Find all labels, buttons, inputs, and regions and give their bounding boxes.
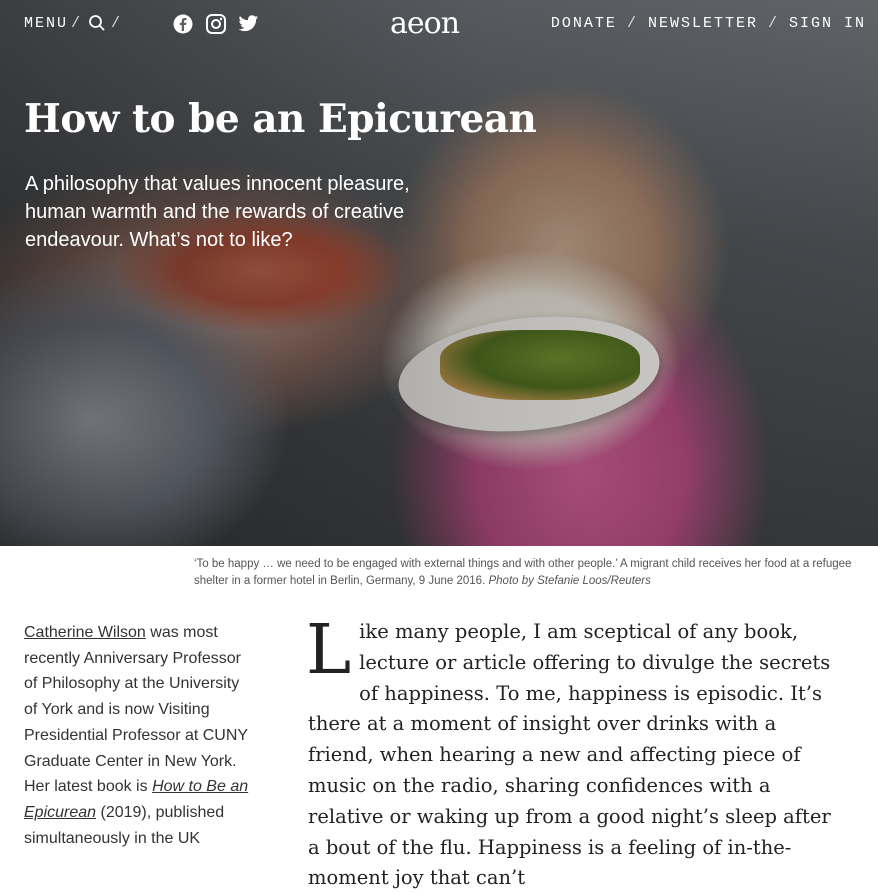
author-bio-text: was most recently Anniversary Professor … bbox=[24, 624, 248, 796]
twitter-icon[interactable] bbox=[238, 14, 259, 34]
article-title: How to be an Epicurean bbox=[24, 96, 537, 142]
nav-separator: / bbox=[626, 15, 638, 32]
account-navigation: DONATE / NEWSLETTER / SIGN IN bbox=[551, 15, 866, 32]
nav-separator: / bbox=[767, 15, 779, 32]
menu-button[interactable]: MENU bbox=[24, 15, 68, 32]
instagram-icon[interactable] bbox=[206, 14, 226, 34]
aeon-logo[interactable]: aeon bbox=[390, 6, 460, 41]
search-icon[interactable] bbox=[88, 14, 106, 32]
newsletter-link[interactable]: NEWSLETTER bbox=[648, 15, 758, 32]
facebook-icon[interactable] bbox=[173, 14, 193, 34]
drop-cap: L bbox=[306, 611, 352, 690]
image-caption: ‘To be happy … we need to be engaged wit… bbox=[194, 556, 870, 590]
sign-in-link[interactable]: SIGN IN bbox=[789, 15, 866, 32]
author-bio: Catherine Wilson was most recently Anniv… bbox=[24, 620, 256, 851]
photo-credit: Photo by Stefanie Loos/Reuters bbox=[488, 575, 651, 587]
donate-link[interactable]: DONATE bbox=[551, 15, 617, 32]
author-name-link[interactable]: Catherine Wilson bbox=[24, 624, 146, 641]
nav-separator: / bbox=[111, 15, 123, 32]
article-subtitle: A philosophy that values innocent pleasu… bbox=[25, 173, 410, 251]
hero-image bbox=[0, 0, 878, 546]
article-body: Like many people, I am sceptical of any … bbox=[306, 611, 838, 894]
hero-overlay bbox=[0, 0, 878, 546]
nav-separator: / bbox=[71, 15, 83, 32]
article-text: ike many people, I am sceptical of any b… bbox=[308, 620, 831, 890]
top-navigation: MENU / / aeon DONATE / NEWSLETTER / SIGN… bbox=[0, 0, 878, 46]
